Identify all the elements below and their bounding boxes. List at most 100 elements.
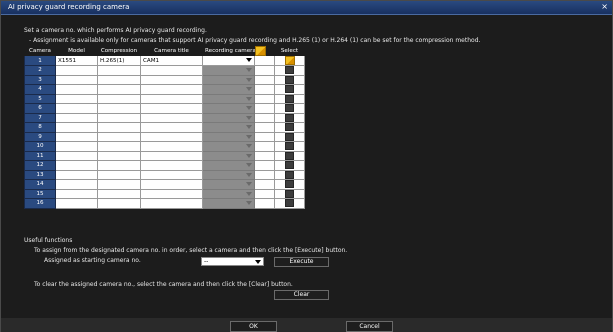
camera-title-cell <box>140 150 203 161</box>
title-bar: AI privacy guard recording camera × <box>1 1 612 15</box>
starting-camera-select[interactable]: -- <box>201 257 264 266</box>
camera-title-cell <box>140 74 203 85</box>
compression-cell <box>97 65 141 76</box>
table-row[interactable]: 8 <box>24 122 305 133</box>
camera-number-cell: 11 <box>24 150 56 161</box>
select-cell[interactable] <box>274 160 305 171</box>
select-box-icon[interactable] <box>285 189 294 198</box>
cancel-button[interactable]: Cancel <box>346 321 393 332</box>
pencil-icon[interactable] <box>255 46 266 56</box>
camera-number-cell: 3 <box>24 74 56 85</box>
camera-number-cell: 16 <box>24 198 56 209</box>
select-box-icon[interactable] <box>285 180 294 188</box>
select-box-icon[interactable] <box>285 94 294 103</box>
select-cell[interactable] <box>274 169 305 180</box>
clear-button[interactable]: Clear <box>274 290 329 300</box>
chevron-down-icon <box>246 106 252 110</box>
model-cell <box>55 169 98 180</box>
recording-camera-gap-cell <box>254 84 275 95</box>
camera-title-cell <box>140 93 203 104</box>
select-cell[interactable] <box>274 188 305 199</box>
compression-cell <box>97 188 141 199</box>
select-box-icon[interactable] <box>285 161 294 169</box>
select-cell[interactable] <box>274 93 305 104</box>
select-box-icon[interactable] <box>285 113 294 122</box>
select-cell[interactable] <box>274 141 305 152</box>
select-box-icon[interactable] <box>285 199 294 207</box>
table-row[interactable]: 15 <box>24 188 305 199</box>
select-cell[interactable] <box>274 150 305 161</box>
table-row[interactable]: 14 <box>24 179 305 190</box>
compression-cell <box>97 74 141 85</box>
compression-cell: H.265(1) <box>97 55 141 66</box>
ok-button[interactable]: OK <box>230 321 277 332</box>
camera-title-cell <box>140 188 203 199</box>
recording-camera-gap-cell <box>254 65 275 76</box>
camera-title-cell <box>140 131 203 142</box>
table-row[interactable]: 5 <box>24 93 305 104</box>
table-row[interactable]: 12 <box>24 160 305 171</box>
select-box-icon[interactable] <box>285 151 294 160</box>
camera-title-cell <box>140 122 203 133</box>
table-row[interactable]: 6 <box>24 103 305 114</box>
select-cell[interactable] <box>274 103 305 114</box>
select-box-icon[interactable] <box>285 104 294 112</box>
table-row[interactable]: 11 <box>24 150 305 161</box>
select-cell[interactable] <box>274 112 305 123</box>
instruction-line-2: - Assignment is available only for camer… <box>29 37 481 44</box>
table-row[interactable]: 13 <box>24 169 305 180</box>
table-row[interactable]: 4 <box>24 84 305 95</box>
table-row[interactable]: 2 <box>24 65 305 76</box>
model-cell: X1551 <box>55 55 98 66</box>
compression-cell <box>97 179 141 190</box>
execute-button[interactable]: Execute <box>274 257 329 267</box>
recording-camera-select[interactable] <box>202 55 255 66</box>
recording-camera-select <box>202 103 255 114</box>
select-cell[interactable] <box>274 122 305 133</box>
select-cell[interactable] <box>274 131 305 142</box>
select-cell[interactable] <box>274 65 305 76</box>
select-box-icon[interactable] <box>285 132 294 141</box>
select-cell[interactable] <box>274 179 305 190</box>
camera-number-cell: 7 <box>24 112 56 123</box>
table-row[interactable]: 1 X1551 H.265(1) CAM1 <box>24 55 305 66</box>
select-box-icon[interactable] <box>285 123 294 131</box>
camera-number-cell: 10 <box>24 141 56 152</box>
table-row[interactable]: 3 <box>24 74 305 85</box>
select-box-icon[interactable] <box>285 66 294 74</box>
header-camera: Camera <box>24 46 56 56</box>
table-row[interactable]: 16 <box>24 198 305 209</box>
table-row[interactable]: 10 <box>24 141 305 152</box>
select-box-icon[interactable] <box>285 85 294 93</box>
recording-camera-select <box>202 160 255 171</box>
camera-number-cell: 6 <box>24 103 56 114</box>
chevron-down-icon <box>246 96 252 101</box>
pencil-icon[interactable] <box>284 56 295 65</box>
close-icon[interactable]: × <box>601 2 608 11</box>
recording-camera-select <box>202 150 255 161</box>
recording-camera-gap-cell <box>254 93 275 104</box>
recording-camera-select <box>202 93 255 104</box>
model-cell <box>55 179 98 190</box>
chevron-down-icon <box>246 191 252 196</box>
select-box-icon[interactable] <box>285 75 294 84</box>
recording-camera-gap-cell <box>254 141 275 152</box>
select-cell[interactable] <box>274 198 305 209</box>
model-cell <box>55 84 98 95</box>
camera-title-cell <box>140 169 203 180</box>
recording-camera-gap-cell <box>254 188 275 199</box>
model-cell <box>55 65 98 76</box>
select-cell[interactable] <box>274 74 305 85</box>
select-cell[interactable] <box>274 55 305 66</box>
camera-number-cell: 9 <box>24 131 56 142</box>
select-box-icon[interactable] <box>285 170 294 179</box>
chevron-down-icon <box>246 163 252 167</box>
camera-title-cell <box>140 65 203 76</box>
model-cell <box>55 188 98 199</box>
compression-cell <box>97 112 141 123</box>
select-cell[interactable] <box>274 84 305 95</box>
table-row[interactable]: 9 <box>24 131 305 142</box>
select-box-icon[interactable] <box>285 142 294 150</box>
table-row[interactable]: 7 <box>24 112 305 123</box>
compression-cell <box>97 84 141 95</box>
